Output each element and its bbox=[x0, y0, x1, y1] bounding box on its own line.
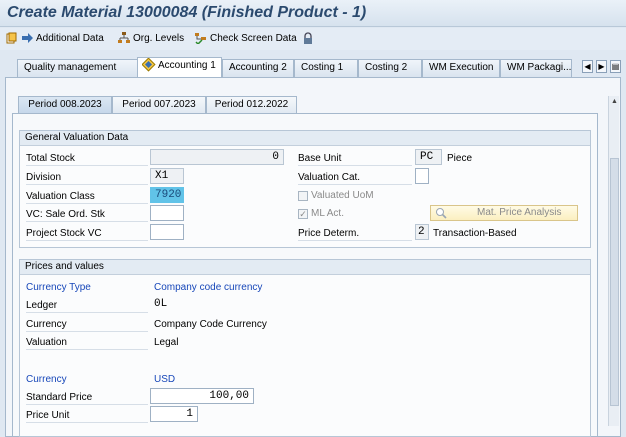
tab-quality-management[interactable]: Quality management bbox=[17, 59, 138, 77]
currency-header: Currency bbox=[26, 374, 67, 385]
tab-navigation-icon bbox=[141, 58, 156, 72]
group-title: Prices and values bbox=[20, 260, 590, 275]
main-tab-strip: Quality management Accounting 1 Accounti… bbox=[0, 56, 626, 77]
base-unit-text: Piece bbox=[447, 153, 473, 164]
price-unit-field[interactable]: 1 bbox=[150, 406, 198, 422]
magnifier-icon bbox=[435, 207, 447, 219]
base-unit-label: Base Unit bbox=[298, 153, 342, 164]
price-determ-text: Transaction-Based bbox=[433, 228, 517, 239]
tab-list-button[interactable]: ▤ bbox=[610, 60, 621, 73]
tab-accounting-1[interactable]: Accounting 1 bbox=[137, 57, 222, 77]
additional-data-button[interactable]: Additional Data bbox=[6, 32, 104, 44]
document-icon bbox=[6, 32, 18, 44]
price-unit-label: Price Unit bbox=[26, 410, 70, 421]
division-field: X1 bbox=[150, 168, 184, 184]
scrollbar-thumb[interactable] bbox=[610, 158, 619, 406]
valuation-cat-label: Valuation Cat. bbox=[298, 172, 361, 183]
label-underline bbox=[26, 331, 148, 332]
label-underline bbox=[26, 349, 148, 350]
currency-value: Company Code Currency bbox=[154, 319, 267, 330]
base-unit-field: PC bbox=[415, 149, 442, 165]
valuation-class-field[interactable]: 7920 bbox=[150, 187, 184, 203]
tab-scroll-left-button[interactable]: ◀ bbox=[582, 60, 593, 73]
check-tree-icon bbox=[195, 32, 207, 46]
label-underline bbox=[298, 184, 412, 185]
arrow-right-icon bbox=[21, 32, 33, 44]
tab-period-008-2023[interactable]: Period 008.2023 bbox=[18, 96, 112, 114]
application-toolbar: Additional Data Org. Levels Check Screen… bbox=[0, 28, 626, 50]
price-determ-field: 2 bbox=[415, 224, 429, 240]
tab-period-012-2022[interactable]: Period 012.2022 bbox=[206, 96, 297, 114]
tab-wm-execution[interactable]: WM Execution bbox=[422, 59, 500, 77]
mat-price-analysis-button[interactable]: Mat. Price Analysis bbox=[430, 205, 578, 221]
currency-label: Currency bbox=[26, 319, 67, 330]
ledger-label: Ledger bbox=[26, 300, 58, 311]
standard-price-label: Standard Price bbox=[26, 392, 93, 403]
group-title: General Valuation Data bbox=[20, 131, 590, 146]
tab-accounting-2[interactable]: Accounting 2 bbox=[222, 59, 294, 77]
valuation-label: Valuation bbox=[26, 337, 67, 348]
org-levels-label: Org. Levels bbox=[133, 32, 185, 44]
tab-wm-packaging[interactable]: WM Packagi... bbox=[500, 59, 572, 77]
valuation-value: Legal bbox=[154, 337, 179, 348]
label-underline bbox=[298, 240, 412, 241]
label-underline bbox=[26, 240, 148, 241]
window-title: Create Material 13000084 (Finished Produ… bbox=[7, 4, 367, 21]
tab-costing-2[interactable]: Costing 2 bbox=[358, 59, 422, 77]
division-label: Division bbox=[26, 172, 62, 183]
currency-type-header: Currency Type bbox=[26, 282, 91, 293]
project-stock-vc-label: Project Stock VC bbox=[26, 228, 102, 239]
valuated-uom-label: Valuated UoM bbox=[311, 190, 374, 201]
tab-period-007-2023[interactable]: Period 007.2023 bbox=[112, 96, 206, 114]
total-stock-label: Total Stock bbox=[26, 153, 75, 164]
label-underline bbox=[26, 184, 148, 185]
tab-costing-1[interactable]: Costing 1 bbox=[294, 59, 358, 77]
label-underline bbox=[298, 165, 412, 166]
vertical-scrollbar[interactable]: ▲ bbox=[608, 96, 619, 426]
label-underline bbox=[26, 422, 148, 423]
prices-values-group: Prices and values bbox=[19, 259, 591, 437]
ml-act-label: ML Act. bbox=[311, 208, 344, 219]
price-determ-label: Price Determ. bbox=[298, 228, 360, 239]
label-underline bbox=[26, 312, 148, 313]
vc-sale-ord-stk-label: VC: Sale Ord. Stk bbox=[26, 209, 105, 220]
org-structure-icon bbox=[118, 32, 130, 44]
lock-icon bbox=[302, 32, 314, 44]
project-stock-vc-field[interactable] bbox=[150, 224, 184, 240]
valuation-class-label: Valuation Class bbox=[26, 191, 95, 202]
label-underline bbox=[26, 165, 148, 166]
vc-sale-ord-stk-field[interactable] bbox=[150, 205, 184, 221]
standard-price-field[interactable]: 100,00 bbox=[150, 388, 254, 404]
label-underline bbox=[26, 221, 148, 222]
valuation-cat-field[interactable] bbox=[415, 168, 429, 184]
label-underline bbox=[26, 404, 148, 405]
additional-data-label: Additional Data bbox=[36, 32, 104, 44]
valuated-uom-checkbox[interactable] bbox=[298, 191, 308, 201]
ml-act-checkbox[interactable]: ✓ bbox=[298, 209, 308, 219]
mat-price-analysis-label: Mat. Price Analysis bbox=[477, 207, 562, 218]
tab-scroll-right-button[interactable]: ▶ bbox=[596, 60, 607, 73]
currency-usd-header: USD bbox=[154, 374, 176, 385]
check-screen-data-label: Check Screen Data bbox=[210, 32, 297, 44]
total-stock-field: 0 bbox=[150, 149, 284, 165]
org-levels-button[interactable]: Org. Levels bbox=[118, 32, 184, 44]
ledger-value: 0L bbox=[154, 298, 168, 310]
currency-type-value-header: Company code currency bbox=[154, 282, 263, 293]
check-screen-data-button[interactable]: Check Screen Data bbox=[195, 32, 297, 46]
lock-button[interactable] bbox=[302, 32, 317, 44]
scroll-up-arrow-icon[interactable]: ▲ bbox=[609, 96, 620, 108]
label-underline bbox=[26, 203, 148, 204]
tab-accounting-1-label: Accounting 1 bbox=[158, 60, 216, 71]
title-bar: Create Material 13000084 (Finished Produ… bbox=[0, 0, 626, 27]
